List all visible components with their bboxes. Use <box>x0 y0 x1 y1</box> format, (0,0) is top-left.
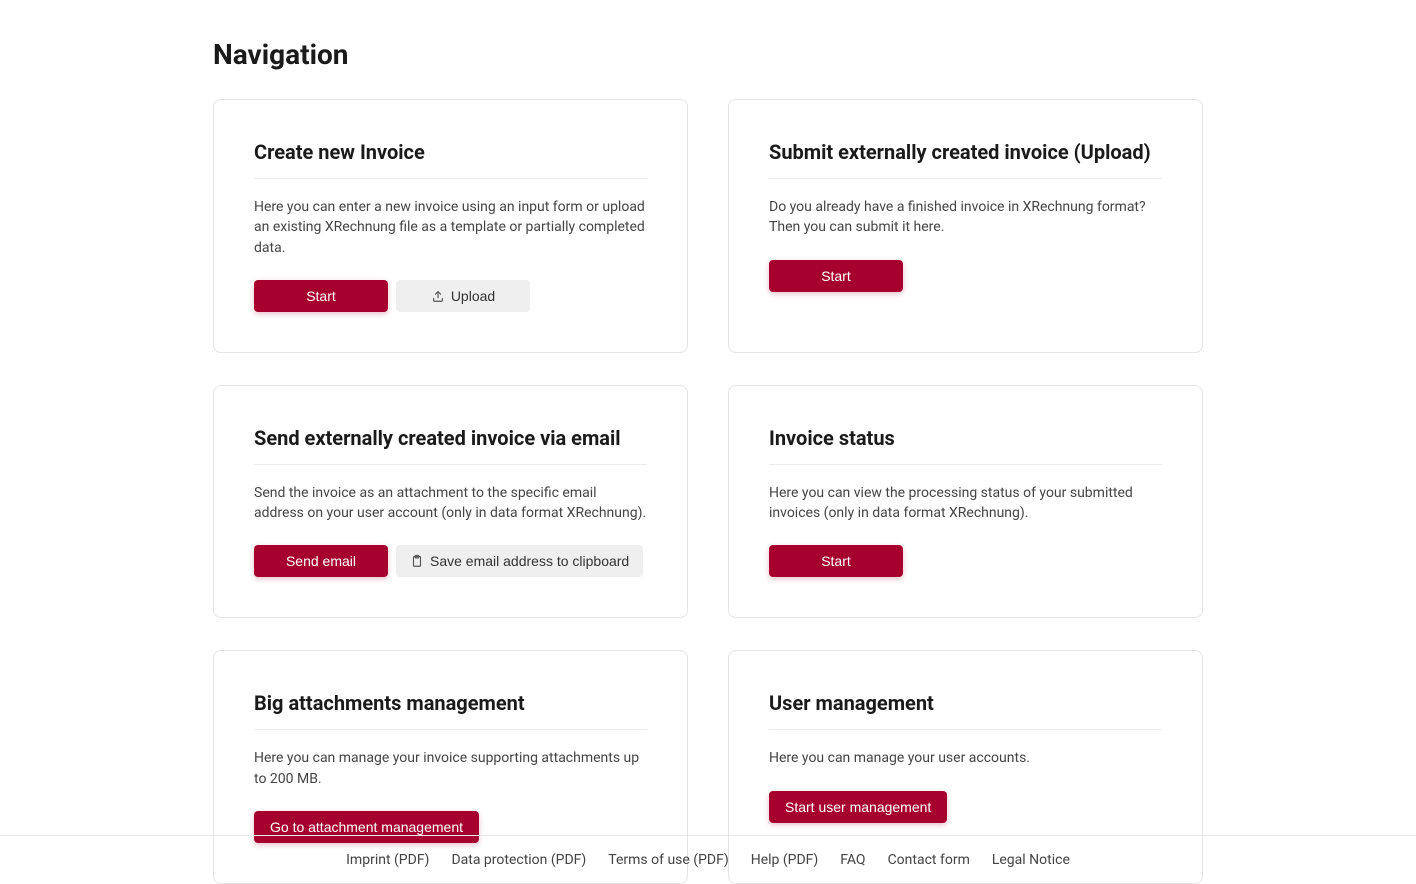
upload-button-label: Upload <box>451 288 495 304</box>
card-send-email: Send externally created invoice via emai… <box>213 385 688 619</box>
page-title: Navigation <box>213 38 1203 71</box>
footer-link-legal[interactable]: Legal Notice <box>992 852 1070 868</box>
card-submit-upload: Submit externally created invoice (Uploa… <box>728 99 1203 353</box>
start-button[interactable]: Start <box>769 545 903 577</box>
send-email-button[interactable]: Send email <box>254 545 388 577</box>
footer-link-imprint[interactable]: Imprint (PDF) <box>346 852 429 868</box>
card-title: Send externally created invoice via emai… <box>254 426 647 465</box>
card-title: Submit externally created invoice (Uploa… <box>769 140 1162 179</box>
footer-link-terms[interactable]: Terms of use (PDF) <box>608 852 728 868</box>
card-title: Big attachments management <box>254 691 647 730</box>
upload-button[interactable]: Upload <box>396 280 530 312</box>
card-description: Here you can enter a new invoice using a… <box>254 197 647 258</box>
card-title: Create new Invoice <box>254 140 647 179</box>
card-create-invoice: Create new Invoice Here you can enter a … <box>213 99 688 353</box>
card-title: User management <box>769 691 1162 730</box>
footer-link-help[interactable]: Help (PDF) <box>751 852 819 868</box>
card-description: Do you already have a finished invoice i… <box>769 197 1162 238</box>
footer-link-faq[interactable]: FAQ <box>840 852 865 868</box>
start-button[interactable]: Start <box>254 280 388 312</box>
card-description: Send the invoice as an attachment to the… <box>254 483 647 524</box>
footer-link-data-protection[interactable]: Data protection (PDF) <box>451 852 586 868</box>
footer-link-contact[interactable]: Contact form <box>888 852 970 868</box>
start-user-management-button[interactable]: Start user management <box>769 791 947 823</box>
copy-email-button[interactable]: Save email address to clipboard <box>396 545 643 577</box>
card-invoice-status: Invoice status Here you can view the pro… <box>728 385 1203 619</box>
start-button[interactable]: Start <box>769 260 903 292</box>
card-description: Here you can manage your user accounts. <box>769 748 1162 768</box>
footer: Imprint (PDF) Data protection (PDF) Term… <box>0 835 1416 884</box>
card-description: Here you can view the processing status … <box>769 483 1162 524</box>
upload-icon <box>431 289 445 303</box>
cards-grid: Create new Invoice Here you can enter a … <box>213 99 1203 884</box>
card-description: Here you can manage your invoice support… <box>254 748 647 789</box>
card-title: Invoice status <box>769 426 1162 465</box>
copy-email-button-label: Save email address to clipboard <box>430 553 629 569</box>
clipboard-icon <box>410 554 424 568</box>
